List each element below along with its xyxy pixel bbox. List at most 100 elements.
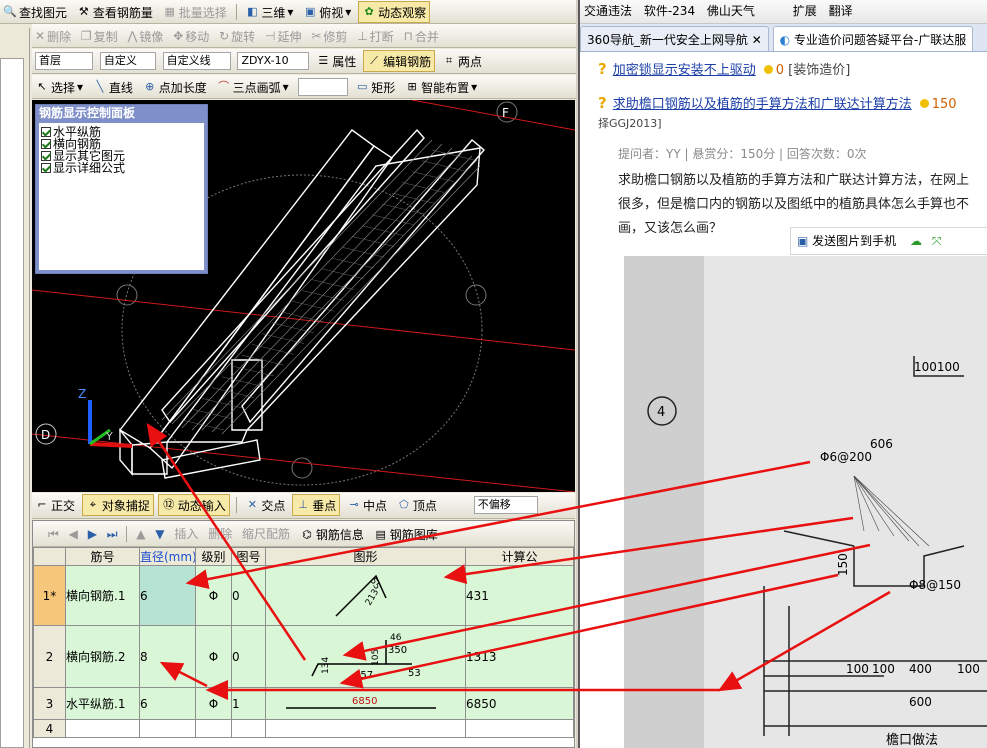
col-figure[interactable]: 图号 (231, 547, 266, 566)
cell-name[interactable]: 横向钢筋.2 (65, 625, 140, 688)
rebar-lib-button[interactable]: ▤ 钢筋图库 (371, 524, 441, 546)
property-button[interactable]: ☰ 属性 (313, 50, 359, 72)
floor-select[interactable]: 首层 (35, 51, 93, 70)
blank-select[interactable] (298, 77, 349, 96)
cell-total[interactable]: 431 (465, 565, 574, 626)
table-row[interactable]: 2 横向钢筋.2 8 Φ 0 46 350 105 134 657 53 131… (33, 625, 574, 688)
intersect-toggle[interactable]: ✕ 交点 (242, 494, 288, 516)
edit-rebar-button[interactable]: ⟋ 编辑钢筋 (363, 50, 436, 72)
find-button[interactable]: 🔍 查找图元 (0, 1, 70, 23)
expand-icon[interactable]: ⤧ (932, 234, 942, 248)
mid-toggle[interactable]: ⊸ 中点 (344, 494, 390, 516)
bookmark-weather[interactable]: 佛山天气 (707, 0, 755, 22)
rebar-info-button[interactable]: ⌬ 钢筋信息 (297, 524, 367, 546)
col-grade[interactable]: 级别 (195, 547, 232, 566)
component-select[interactable]: ZDYX-10 (237, 51, 310, 70)
cell-name[interactable]: 横向钢筋.1 (65, 565, 140, 626)
two-point-button[interactable]: ⌗ 两点 (439, 50, 485, 72)
cad-viewport[interactable]: D F Z Y 钢筋显示控制面板 水平纵筋 横向钢筋 显示其它图元 显示详细公式 (32, 100, 575, 492)
col-calc[interactable]: 计算公 (465, 547, 574, 566)
dynamic-input-toggle[interactable]: ⑫ 动态输入 (157, 494, 230, 516)
insert-button[interactable]: 插入 (171, 522, 201, 544)
question-link-1[interactable]: ? 加密锁显示安装不上驱动 0 [装饰造价] (598, 59, 850, 78)
extend-button[interactable]: ⊣ 延伸 (262, 25, 304, 47)
question-link-2[interactable]: ? 求助檐口钢筋以及植筋的手算方法和广联达计算方法 150 (598, 93, 957, 112)
screen: 🔍 查找图元 ⚒ 查看钢筋量 ▦ 批量选择 ◧ 三维 ▾ ▣ 俯视 ▾ ✿ 动态观察 ✕ 删除 ❐… (0, 0, 987, 748)
cell-diameter[interactable]: 8 (139, 625, 196, 688)
col-diameter[interactable]: 直径(mm) (139, 547, 196, 566)
bookmark-software[interactable]: 软件-234 (644, 0, 695, 22)
select-button[interactable]: ↖ 选择 ▾ (32, 76, 86, 98)
scale-button[interactable]: 缩尺配筋 (239, 522, 293, 544)
axis-label-d: D (41, 428, 50, 442)
tab-glodon[interactable]: ◐ 专业造价问题答疑平台-广联达服 (772, 26, 974, 51)
table-row[interactable]: 1* 横向钢筋.1 6 Φ 0 213 55 431 (33, 565, 574, 626)
tab-360-nav[interactable]: 360导航_新一代安全上网导航 ✕ (580, 26, 769, 51)
rect-button[interactable]: ▭ 矩形 (352, 76, 398, 98)
cell-name[interactable]: 水平纵筋.1 (65, 687, 140, 720)
batch-select-button[interactable]: ▦ 批量选择 (160, 1, 230, 23)
bookmark-traffic[interactable]: 交通违法 (584, 0, 632, 22)
ortho-toggle[interactable]: ⌐ 正交 (32, 494, 78, 516)
view-steel-button[interactable]: ⚒ 查看钢筋量 (74, 1, 156, 23)
send-to-phone-button[interactable]: ▣ 发送图片到手机 ☁ ⤧ (790, 227, 987, 255)
trim-button[interactable]: ✂ 修剪 (308, 25, 350, 47)
shape-diagram: 213 55 (335, 574, 387, 617)
row-number: 4 (33, 719, 66, 738)
mirror-button[interactable]: ⋀ 镜像 (125, 25, 167, 47)
last-button[interactable]: ⏭ (104, 523, 121, 545)
snap-toggle[interactable]: ⌖ 对象捕捉 (81, 494, 154, 516)
table-row[interactable]: 4 (33, 719, 574, 738)
rotate-button[interactable]: ↻ 旋转 (216, 25, 258, 47)
prev-button[interactable]: ◀ (66, 523, 81, 545)
copy-button[interactable]: ❐ 复制 (78, 25, 121, 47)
row-delete-button[interactable]: 删除 (205, 522, 235, 544)
move-button[interactable]: ✥ 移动 (170, 25, 212, 47)
option-formula[interactable]: 显示详细公式 (41, 162, 202, 174)
cell-grade[interactable]: Φ (195, 625, 232, 688)
up-button[interactable]: ▲ (133, 523, 148, 545)
offset-select[interactable]: 不偏移 (473, 495, 538, 514)
rebar-table: 筋号 直径(mm) 级别 图号 图形 计算公 1* 横向钢筋.1 6 Φ 0 2… (33, 547, 574, 738)
smart-layout-button[interactable]: ⊞ 智能布置 ▾ (402, 76, 480, 98)
extension-button[interactable]: 扩展 (793, 0, 817, 22)
down-button[interactable]: ▼ (152, 523, 167, 545)
cell-diameter[interactable]: 6 (139, 565, 196, 626)
top-view-dropdown[interactable]: ▣ 俯视 ▾ (300, 1, 354, 23)
category-select[interactable]: 自定义 (99, 51, 156, 70)
table-row[interactable]: 3 水平纵筋.1 6 Φ 1 6850 6850 (33, 687, 574, 720)
cell-figure[interactable]: 0 (231, 565, 266, 626)
cloud-icon[interactable]: ☁ (910, 234, 922, 248)
line-button[interactable]: ╲ 直线 (90, 76, 136, 98)
point-length-button[interactable]: ⊕ 点加长度 (140, 76, 210, 98)
first-button[interactable]: ⏮ (45, 523, 62, 545)
cell-grade[interactable]: Φ (195, 687, 232, 720)
dynamic-view-button[interactable]: ✿ 动态观察 (358, 1, 431, 23)
translate-button[interactable]: 翻译 (829, 0, 853, 22)
arc-button[interactable]: ⌒ 三点画弧 ▾ (214, 76, 292, 98)
col-name[interactable]: 筋号 (65, 547, 140, 566)
stirrup-line (211, 387, 255, 398)
tree-pane[interactable] (0, 58, 24, 748)
cell-total[interactable]: 6850 (465, 687, 574, 720)
shape-diagram: 46 350 105 134 657 53 (311, 633, 421, 681)
cell-diameter[interactable]: 6 (139, 687, 196, 720)
vertex-toggle[interactable]: ⬠ 顶点 (394, 494, 440, 516)
cell-total[interactable]: 1313 (465, 625, 574, 688)
delete-button[interactable]: ✕ 删除 (32, 25, 74, 47)
cell-shape[interactable]: 6850 (265, 687, 466, 720)
merge-button[interactable]: ⊓ 合并 (401, 25, 442, 47)
next-button[interactable]: ▶ (85, 523, 100, 545)
point-length-icon: ⊕ (145, 80, 155, 93)
stirrup-line (411, 171, 455, 182)
perp-toggle[interactable]: ⊥ 垂点 (292, 494, 341, 516)
three-d-dropdown[interactable]: ◧ 三维 ▾ (242, 1, 296, 23)
break-button[interactable]: ⊥ 打断 (354, 25, 396, 47)
cell-shape[interactable]: 46 350 105 134 657 53 (265, 625, 466, 688)
cell-figure[interactable]: 0 (231, 625, 266, 688)
type-select[interactable]: 自定义线 (162, 51, 231, 70)
col-shape[interactable]: 图形 (265, 547, 466, 566)
cell-grade[interactable]: Φ (195, 565, 232, 626)
cell-figure[interactable]: 1 (231, 687, 266, 720)
cell-shape[interactable]: 213 55 (265, 565, 466, 626)
